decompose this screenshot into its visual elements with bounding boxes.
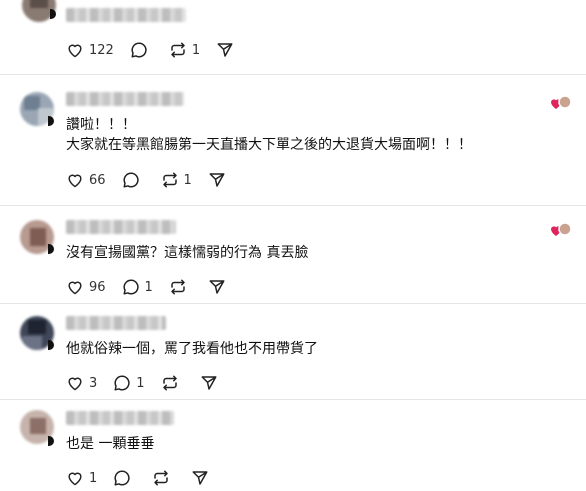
like-button[interactable]: 3 [66, 375, 97, 391]
speech-bubble-icon [123, 172, 139, 188]
action-bar: 96 1 [66, 277, 242, 297]
like-button[interactable]: 1 [66, 470, 97, 486]
like-count: 96 [89, 279, 106, 295]
heart-outline-icon [68, 377, 82, 391]
reply-post: 讚啦！！！ 大家就在等黑館腸第一天直播大下單之後的大退貨大場面啊！！！ 66 1 [0, 75, 586, 203]
reply-post: 沒有宣揚國黨？這樣懦弱的行為 真丟臉 96 1 [0, 206, 586, 302]
speech-bubble-icon [114, 470, 130, 486]
speech-bubble-icon [114, 375, 130, 391]
heart-with-avatar-icon [551, 222, 572, 236]
like-count: 1 [89, 470, 98, 486]
comment-count: 1 [136, 375, 145, 391]
repost-button[interactable] [169, 278, 192, 296]
repost-arrows-icon [154, 470, 169, 486]
comment-count: 1 [144, 279, 153, 295]
username-blurred[interactable] [66, 316, 166, 330]
speech-bubble-icon [123, 279, 139, 295]
repost-arrows-icon [162, 375, 177, 391]
heart-with-avatar-icon [551, 95, 572, 109]
paper-plane-icon [209, 173, 225, 187]
username-blurred[interactable] [66, 8, 186, 22]
paper-plane-icon [209, 280, 225, 294]
action-bar: 66 1 [66, 170, 242, 190]
action-bar: 3 1 [66, 373, 234, 393]
reply-text-line: 他就俗辣一個，罵了我看他也不用帶貨了 [66, 341, 318, 357]
share-button[interactable] [191, 469, 209, 487]
reply-text-line: 沒有宣揚國黨？這樣懦弱的行為 真丟臉 [66, 245, 309, 261]
speech-bubble-icon [131, 42, 147, 58]
paper-plane-icon [217, 43, 233, 57]
like-button[interactable]: 122 [66, 42, 114, 58]
repost-count: 1 [191, 42, 201, 58]
comment-button[interactable]: 1 [122, 278, 153, 296]
repost-count: 1 [183, 172, 192, 188]
reply-post: 122 1 [0, 0, 586, 72]
like-button[interactable]: 66 [66, 172, 106, 188]
reply-text-line: 讚啦！！！ [66, 117, 136, 133]
comment-button[interactable] [113, 469, 136, 487]
reply-text-line: 大家就在等黑館腸第一天直播大下單之後的大退貨大場面啊！！！ [66, 137, 472, 153]
paper-plane-icon [192, 471, 208, 485]
username-blurred[interactable] [66, 92, 184, 106]
repost-arrows-icon [171, 279, 185, 295]
share-button[interactable] [200, 374, 218, 392]
repost-button[interactable] [161, 374, 184, 392]
reply-post: 也是 一顆垂垂 1 [0, 400, 586, 491]
like-button[interactable]: 96 [66, 279, 106, 295]
action-bar: 1 [66, 468, 225, 488]
repost-button[interactable]: 1 [169, 41, 200, 59]
repost-arrows-icon [171, 42, 185, 58]
username-blurred[interactable] [66, 411, 174, 425]
reply-post: 他就俗辣一個，罵了我看他也不用帶貨了 3 1 [0, 304, 586, 398]
comment-button[interactable] [122, 171, 145, 189]
share-button[interactable] [208, 278, 226, 296]
username-blurred[interactable] [66, 220, 176, 234]
reply-text-line: 也是 一顆垂垂 [66, 436, 155, 452]
comment-button[interactable]: 1 [113, 374, 145, 392]
heart-outline-icon [68, 174, 82, 188]
heart-outline-icon [68, 472, 82, 486]
like-count: 3 [89, 375, 98, 391]
like-count: 66 [89, 172, 106, 188]
repost-button[interactable] [152, 469, 175, 487]
share-button[interactable] [208, 171, 226, 189]
heart-outline-icon [68, 44, 82, 58]
like-count: 122 [89, 42, 114, 58]
repost-button[interactable]: 1 [161, 171, 192, 189]
paper-plane-icon [201, 376, 217, 390]
repost-arrows-icon [162, 172, 177, 188]
share-button[interactable] [216, 41, 234, 59]
action-bar: 122 1 [66, 40, 250, 60]
comment-button[interactable] [130, 41, 153, 59]
avatar-pin [48, 436, 54, 446]
heart-outline-icon [68, 281, 82, 295]
